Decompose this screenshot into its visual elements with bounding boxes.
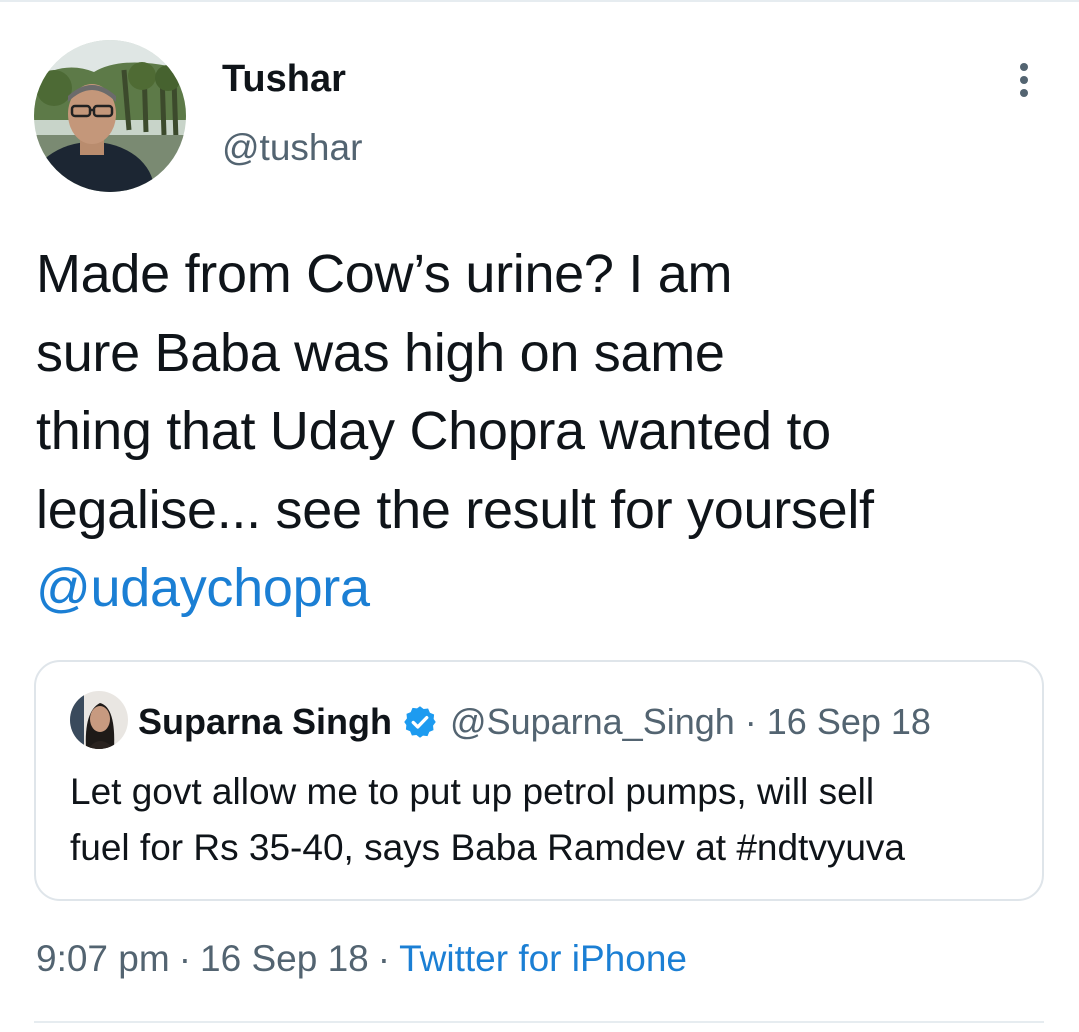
quoted-tweet-header: Suparna Singh @Suparna_Singh · 16 Sep 18: [138, 700, 931, 744]
quoted-tweet-card[interactable]: Suparna Singh @Suparna_Singh · 16 Sep 18…: [34, 660, 1044, 901]
quoted-author-name: Suparna Singh: [138, 701, 393, 742]
author-display-name[interactable]: Tushar: [222, 58, 346, 101]
separator-dot: ·: [744, 701, 757, 742]
tweet-time[interactable]: 9:07 pm: [36, 938, 170, 979]
quoted-author-avatar: [70, 691, 128, 749]
tweet-date[interactable]: 16 Sep 18: [200, 938, 369, 979]
author-avatar[interactable]: [34, 40, 186, 192]
separator-dot: ·: [178, 938, 192, 979]
tweet-text-line: legalise... see the result for yourself: [36, 479, 874, 540]
tweet-text-line: sure Baba was high on same: [36, 322, 725, 383]
more-options-button[interactable]: [1004, 60, 1044, 104]
mention-link[interactable]: @udaychopra: [36, 549, 1046, 628]
quoted-tweet-date: 16 Sep 18: [766, 701, 931, 742]
tweet-text-line: thing that Uday Chopra wanted to: [36, 401, 831, 461]
quoted-text-line: Let govt allow me to put up petrol pumps…: [70, 771, 875, 812]
top-divider: [0, 0, 1079, 2]
tweet-text: Made from Cow’s urine? I am sure Baba wa…: [36, 235, 1046, 628]
quoted-author-handle: @Suparna_Singh: [450, 701, 735, 742]
verified-badge-icon: [402, 704, 438, 740]
tweet-meta: 9:07 pm · 16 Sep 18 · Twitter for iPhone: [36, 938, 687, 980]
quoted-tweet-text: Let govt allow me to put up petrol pumps…: [70, 764, 905, 876]
tweet-source-link[interactable]: Twitter for iPhone: [399, 938, 687, 979]
tweet-text-line: Made from Cow’s urine? I am: [36, 244, 733, 304]
more-vertical-icon: [1018, 62, 1030, 103]
author-handle[interactable]: @tushar: [222, 127, 362, 169]
separator-dot: ·: [377, 938, 391, 979]
quoted-text-line: fuel for Rs 35-40, says Baba Ramdev at #…: [70, 827, 905, 868]
bottom-divider: [34, 1021, 1044, 1023]
